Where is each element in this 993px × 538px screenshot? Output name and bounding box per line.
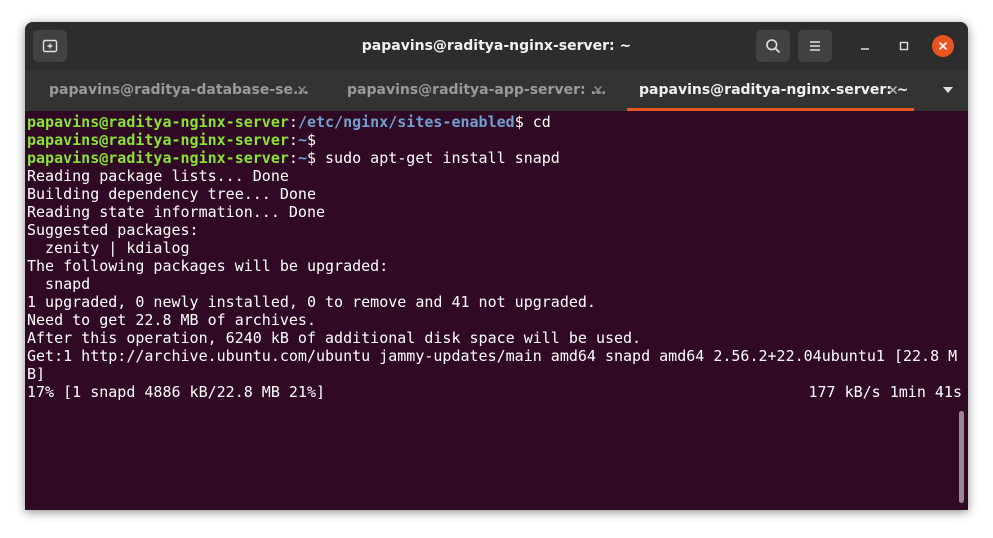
- prompt-user: papavins@raditya-nginx-server: [27, 149, 289, 167]
- progress-status: 17% [1 snapd 4886 kB/22.8 MB 21%]: [27, 383, 326, 401]
- maximize-button[interactable]: [894, 36, 914, 56]
- maximize-icon: [899, 41, 909, 51]
- output-line: snapd: [27, 275, 91, 293]
- output-line: After this operation, 6240 kB of additio…: [27, 329, 642, 347]
- output-line: B]: [27, 365, 46, 383]
- close-icon: [939, 42, 947, 50]
- tab-bar: papavins@raditya-database-se... papavins…: [25, 70, 968, 111]
- prompt-path: ~: [297, 149, 307, 167]
- prompt-path: /etc/nginx/sites-enabled: [297, 113, 515, 131]
- prompt-user: papavins@raditya-nginx-server: [27, 131, 289, 149]
- prompt-line: papavins@raditya-nginx-server:~$: [27, 131, 962, 149]
- tab-close-button[interactable]: [591, 83, 605, 97]
- output-line: Need to get 22.8 MB of archives.: [27, 311, 316, 329]
- search-icon: [766, 39, 780, 53]
- terminal-window: papavins@raditya-nginx-server: ~ papavin…: [25, 22, 968, 510]
- tab-close-button[interactable]: [295, 83, 309, 97]
- search-button[interactable]: [756, 30, 790, 62]
- prompt-line: papavins@raditya-nginx-server:/etc/nginx…: [27, 113, 962, 131]
- prompt-separator: :: [288, 149, 298, 167]
- minimize-icon: [861, 48, 869, 50]
- output-line: Reading state information... Done: [27, 203, 326, 221]
- tab-list-button[interactable]: [940, 82, 956, 98]
- terminal-scrollbar[interactable]: [959, 411, 964, 503]
- minimize-button[interactable]: [855, 36, 875, 56]
- tab-close-icon: [889, 86, 897, 94]
- prompt-separator: :: [288, 131, 298, 149]
- output-line: Suggested packages:: [27, 221, 199, 239]
- prompt-symbol: $: [306, 131, 316, 149]
- output-line: Get:1 http://archive.ubuntu.com/ubuntu j…: [27, 347, 958, 365]
- tab-close-icon: [594, 86, 602, 94]
- prompt-symbol: $: [306, 149, 326, 167]
- menu-button[interactable]: [798, 30, 832, 62]
- output-line: Building dependency tree... Done: [27, 185, 316, 203]
- output-line: The following packages will be upgraded:: [27, 257, 389, 275]
- prompt-line: papavins@raditya-nginx-server:~$ sudo ap…: [27, 149, 962, 167]
- prompt-command: sudo apt-get install snapd: [325, 149, 560, 167]
- terminal-view[interactable]: papavins@raditya-nginx-server:/etc/nginx…: [25, 111, 968, 510]
- progress-line: 17% [1 snapd 4886 kB/22.8 MB 21%] 177 kB/…: [27, 383, 962, 401]
- tab-app-server[interactable]: papavins@raditya-app-server: ...: [323, 70, 621, 111]
- tab-close-button[interactable]: [886, 83, 900, 97]
- prompt-command: cd: [532, 113, 551, 131]
- prompt-path: ~: [297, 131, 307, 149]
- title-bar[interactable]: papavins@raditya-nginx-server: ~: [25, 22, 968, 70]
- output-line: zenity | kdialog: [27, 239, 190, 257]
- terminal-output: papavins@raditya-nginx-server:/etc/nginx…: [27, 113, 962, 401]
- prompt-separator: :: [288, 113, 298, 131]
- progress-speed: 177 kB/s 1min 41s: [808, 383, 962, 401]
- tab-label: papavins@raditya-nginx-server: ~: [639, 82, 909, 98]
- tab-label: papavins@raditya-app-server: ...: [347, 82, 607, 98]
- prompt-user: papavins@raditya-nginx-server: [27, 113, 289, 131]
- tab-label: papavins@raditya-database-se...: [49, 82, 309, 98]
- output-line: 1 upgraded, 0 newly installed, 0 to remo…: [27, 293, 596, 311]
- tab-nginx-server[interactable]: papavins@raditya-nginx-server: ~: [627, 70, 914, 111]
- tab-database-server[interactable]: papavins@raditya-database-se...: [25, 70, 323, 111]
- chevron-down-icon: [943, 87, 953, 93]
- hamburger-menu-icon: [810, 41, 820, 51]
- prompt-symbol: $: [514, 113, 533, 131]
- output-line: Reading package lists... Done: [27, 167, 289, 185]
- close-button[interactable]: [932, 35, 954, 57]
- tab-close-icon: [298, 86, 306, 94]
